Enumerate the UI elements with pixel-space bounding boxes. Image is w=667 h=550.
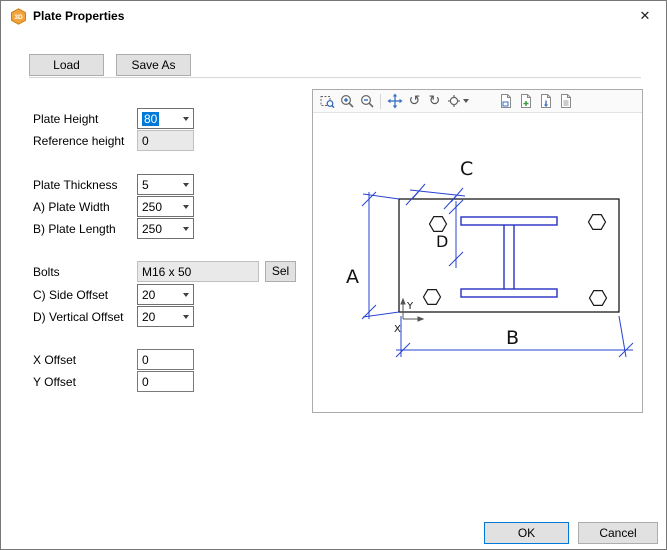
origin-view-dropdown[interactable] — [445, 92, 471, 111]
plate-height-label: Plate Height — [33, 112, 98, 126]
zoom-in-icon[interactable] — [337, 92, 356, 111]
preview-toolbar: ↺ ↻ — [313, 90, 642, 113]
plate-width-combo[interactable]: 250 — [137, 196, 194, 217]
zoom-out-icon[interactable] — [357, 92, 376, 111]
plate-length-combo[interactable]: 250 — [137, 218, 194, 239]
export-view-icon[interactable] — [536, 92, 555, 111]
rotate-cw-icon[interactable]: ↻ — [425, 92, 444, 111]
bolt-icons — [424, 215, 607, 306]
plate-thickness-combo[interactable]: 5 — [137, 174, 194, 195]
add-view-icon[interactable] — [516, 92, 535, 111]
bolts-label: Bolts — [33, 265, 60, 279]
side-offset-combo[interactable]: 20 — [137, 284, 194, 305]
separator — [29, 77, 641, 79]
copy-view-icon[interactable] — [496, 92, 515, 111]
y-offset-label: Y Offset — [33, 375, 76, 389]
chevron-down-icon — [183, 183, 189, 187]
plate-width-label: A) Plate Width — [33, 200, 110, 214]
ibeam-section — [461, 217, 557, 297]
bolts-select-button[interactable]: Sel — [265, 261, 296, 282]
pan-icon[interactable] — [385, 92, 404, 111]
plate-length-label: B) Plate Length — [33, 222, 116, 236]
save-as-button[interactable]: Save As — [116, 54, 191, 76]
dimension-d — [449, 200, 463, 268]
plate-height-combo[interactable]: 80 — [137, 108, 194, 129]
chevron-down-icon — [183, 205, 189, 209]
svg-text:C: C — [460, 158, 473, 180]
preview-panel: ↺ ↻ — [312, 89, 643, 413]
chevron-down-icon — [183, 315, 189, 319]
reference-height-label: Reference height — [33, 134, 124, 148]
x-offset-field[interactable] — [137, 349, 194, 370]
x-offset-label: X Offset — [33, 353, 76, 367]
reference-height-field — [137, 130, 194, 151]
svg-text:Y: Y — [406, 301, 414, 312]
dimension-a — [362, 192, 399, 319]
svg-text:3D: 3D — [14, 14, 23, 21]
window-title: Plate Properties — [33, 1, 124, 32]
rotate-ccw-icon[interactable]: ↺ — [405, 92, 424, 111]
svg-text:D: D — [436, 232, 448, 251]
svg-text:A: A — [346, 266, 359, 288]
plate-drawing[interactable]: A B C — [313, 113, 642, 413]
plate-thickness-label: Plate Thickness — [33, 178, 118, 192]
app-icon: 3D — [10, 8, 27, 25]
chevron-down-icon — [183, 293, 189, 297]
svg-text:B: B — [506, 327, 519, 349]
zoom-window-icon[interactable] — [317, 92, 336, 111]
bolts-field — [137, 261, 259, 282]
svg-text:X: X — [394, 324, 401, 335]
plate-properties-dialog: 3D Plate Properties ✕ Load Save As Plate… — [0, 0, 667, 550]
chevron-down-icon — [183, 227, 189, 231]
y-offset-field[interactable] — [137, 371, 194, 392]
vertical-offset-label: D) Vertical Offset — [33, 310, 123, 324]
origin-icon — [447, 94, 461, 108]
side-offset-label: C) Side Offset — [33, 288, 108, 302]
toolbar-separator — [380, 94, 381, 109]
titlebar: 3D Plate Properties ✕ — [1, 1, 666, 32]
cancel-button[interactable]: Cancel — [578, 522, 658, 544]
vertical-offset-combo[interactable]: 20 — [137, 306, 194, 327]
close-icon[interactable]: ✕ — [624, 1, 666, 31]
chevron-down-icon — [183, 117, 189, 121]
chevron-down-icon — [463, 99, 469, 103]
ok-button[interactable]: OK — [484, 522, 569, 544]
print-view-icon[interactable] — [556, 92, 575, 111]
load-button[interactable]: Load — [29, 54, 104, 76]
